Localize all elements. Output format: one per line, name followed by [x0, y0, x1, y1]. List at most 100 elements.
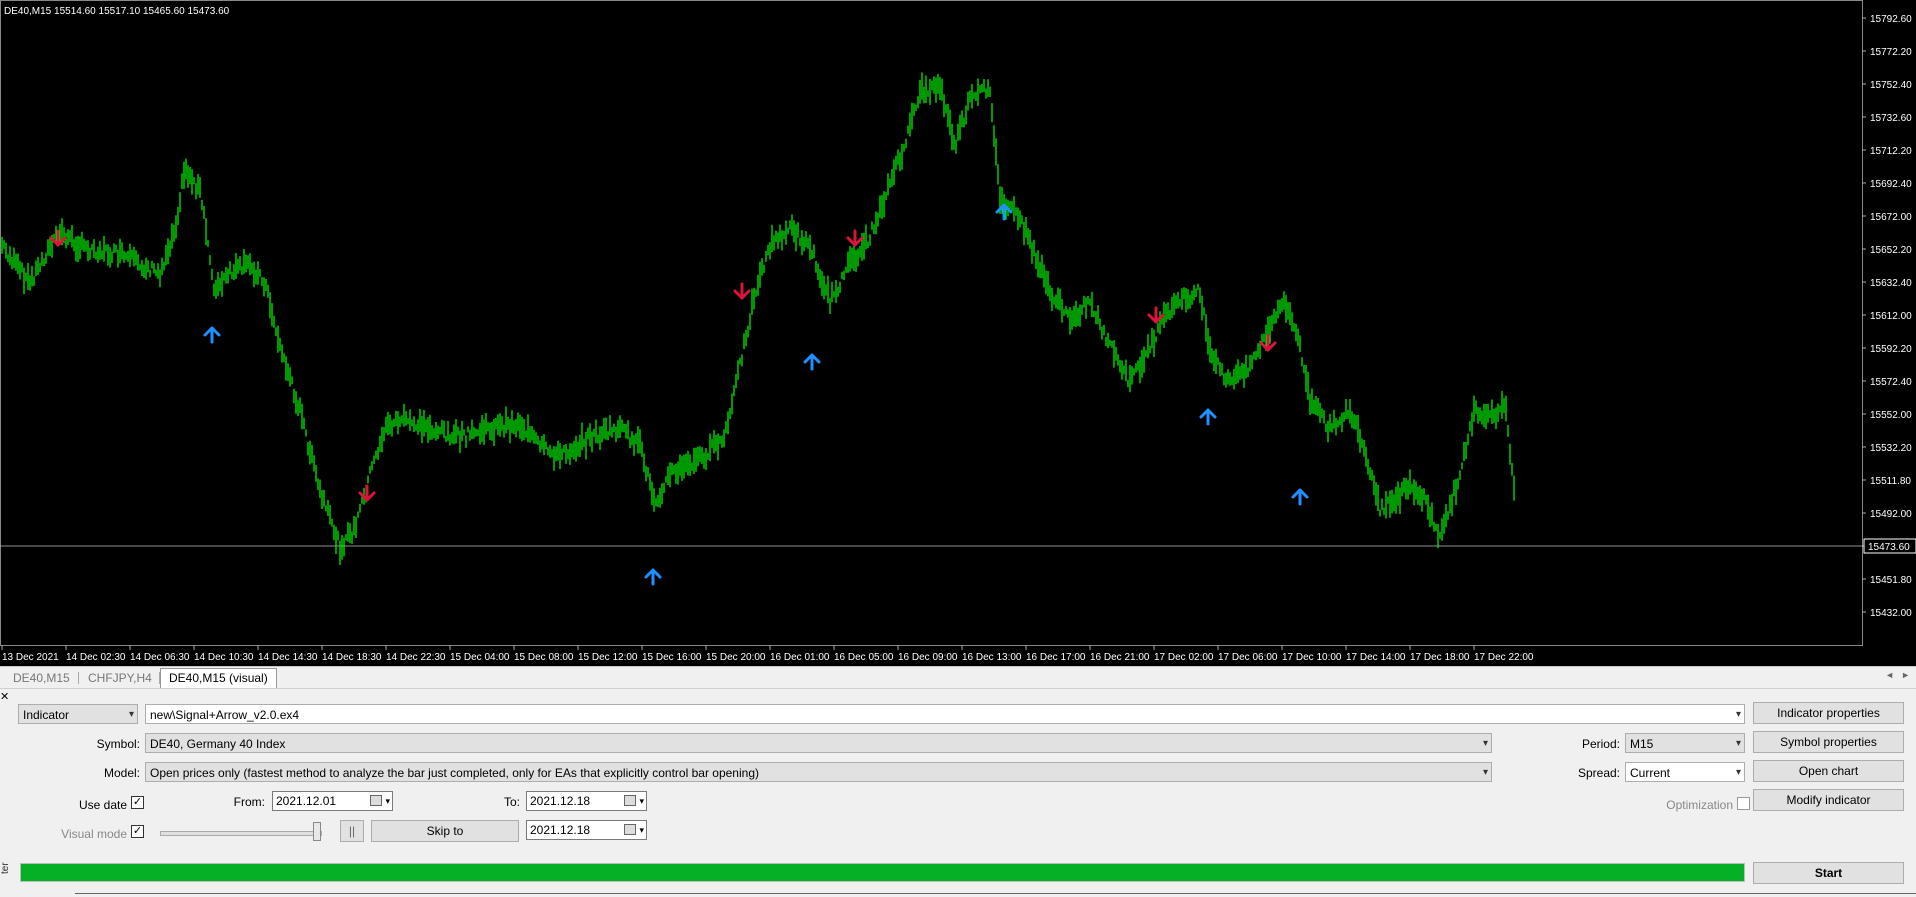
candle-wicks: [1, 72, 1515, 565]
journal-area: [75, 893, 1916, 897]
spread-label: Spread:: [1577, 766, 1620, 780]
time-label: 14 Dec 06:30: [130, 652, 190, 663]
pause-button[interactable]: ||: [340, 820, 364, 842]
chevron-down-icon: ▾: [1482, 738, 1488, 749]
time-label: 14 Dec 18:30: [322, 652, 382, 663]
buy-arrow-icon: [803, 353, 821, 371]
tab-separator: [78, 672, 79, 684]
time-label: 15 Dec 20:00: [706, 652, 766, 663]
time-label: 15 Dec 12:00: [578, 652, 638, 663]
chevron-down-icon: ▾: [639, 825, 644, 835]
price-label: 15652.20: [1870, 245, 1912, 256]
modify-indicator-button[interactable]: Modify indicator: [1753, 789, 1904, 811]
from-label: From:: [233, 795, 265, 809]
chart-canvas: 15792.60 15772.20 15752.40 15732.60 15712.20…: [0, 0, 1916, 663]
use-date-label: Use date: [78, 798, 127, 812]
open-chart-button[interactable]: Open chart: [1753, 760, 1904, 782]
use-date-checkbox[interactable]: ✓: [131, 796, 144, 809]
from-date-picker[interactable]: 2021.12.01 ▾: [272, 791, 393, 811]
speed-slider-handle[interactable]: [313, 822, 321, 841]
current-price-label: 15473.60: [1868, 542, 1910, 553]
visual-mode-checkbox[interactable]: ✓: [131, 825, 144, 838]
visual-mode-label: Visual mode: [61, 827, 127, 841]
price-label: 15732.60: [1870, 113, 1912, 124]
skip-to-date-picker[interactable]: 2021.12.18 ▾: [526, 820, 647, 840]
indicator-properties-button[interactable]: Indicator properties: [1753, 702, 1904, 724]
price-label: 15511.80: [1870, 476, 1911, 487]
time-label: 17 Dec 06:00: [1218, 652, 1278, 663]
price-label: 15772.20: [1870, 47, 1912, 58]
plot-border: [0, 0, 1863, 646]
spread-select[interactable]: Current ▾: [1625, 762, 1745, 782]
price-label: 15532.20: [1870, 443, 1912, 454]
to-date-picker[interactable]: 2021.12.18 ▾: [526, 791, 647, 811]
to-label: To:: [503, 795, 520, 809]
sell-arrow-icon: [49, 229, 67, 247]
symbol-select[interactable]: DE40, Germany 40 Index ▾: [145, 733, 1492, 753]
price-label: 15432.00: [1870, 608, 1912, 619]
type-select[interactable]: Indicator ▾: [18, 704, 138, 724]
time-label: 14 Dec 10:30: [194, 652, 254, 663]
price-label: 15792.60: [1870, 14, 1912, 25]
chart-tabs: DE40,M15 CHFJPY,H4 DE40,M15 (visual) ◄ ►: [0, 666, 1916, 689]
tab-scroll-left-icon[interactable]: ◄: [1885, 670, 1894, 680]
price-label: 15672.00: [1870, 212, 1912, 223]
time-label: 16 Dec 01:00: [770, 652, 830, 663]
time-label: 15 Dec 04:00: [450, 652, 510, 663]
sell-arrow-icon: [1147, 306, 1165, 324]
speed-slider-track[interactable]: [160, 831, 322, 836]
price-label: 15752.40: [1870, 80, 1912, 91]
tab-de40-m15[interactable]: DE40,M15: [5, 669, 78, 687]
price-label: 15572.40: [1870, 377, 1912, 388]
tab-chfjpy-h4[interactable]: CHFJPY,H4: [80, 669, 160, 687]
buy-arrow-icon: [1199, 408, 1217, 426]
price-label: 15612.00: [1870, 311, 1912, 322]
period-select[interactable]: M15 ▾: [1625, 733, 1745, 753]
time-label: 14 Dec 02:30: [66, 652, 126, 663]
price-label: 15492.00: [1870, 509, 1912, 520]
tab-de40-m15-visual[interactable]: DE40,M15 (visual): [160, 668, 277, 688]
model-select[interactable]: Open prices only (fastest method to anal…: [145, 762, 1492, 782]
chevron-down-icon: ▾: [1735, 709, 1741, 720]
chevron-down-icon: ▾: [1735, 767, 1741, 778]
symbol-label: Symbol:: [96, 737, 140, 751]
time-label: 14 Dec 14:30: [258, 652, 318, 663]
progress-bar: [20, 863, 1745, 882]
expert-path-select[interactable]: new\Signal+Arrow_v2.0.ex4 ▾: [145, 704, 1745, 724]
calendar-icon: [624, 824, 636, 835]
price-chart[interactable]: 15792.60 15772.20 15752.40 15732.60 15712.20…: [0, 0, 1916, 666]
price-label: 15712.20: [1870, 146, 1912, 157]
chart-header: DE40,M15 15514.60 15517.10 15465.60 1547…: [4, 6, 230, 17]
sell-arrow-icon: [733, 282, 751, 300]
time-label: 13 Dec 2021: [2, 652, 59, 663]
optimization-checkbox[interactable]: [1737, 797, 1750, 810]
chevron-down-icon: ▾: [385, 796, 390, 806]
time-label: 16 Dec 21:00: [1090, 652, 1150, 663]
time-label: 15 Dec 16:00: [642, 652, 702, 663]
time-label: 16 Dec 13:00: [962, 652, 1022, 663]
price-label: 15692.40: [1870, 179, 1912, 190]
calendar-icon: [370, 795, 382, 806]
buy-arrow-icon: [1291, 488, 1309, 506]
price-label: 15552.00: [1870, 410, 1912, 421]
time-label: 17 Dec 22:00: [1474, 652, 1534, 663]
buy-arrow-icon: [995, 203, 1013, 221]
sell-arrow-icon: [846, 229, 864, 247]
time-label: 17 Dec 14:00: [1346, 652, 1406, 663]
price-label: 15592.20: [1870, 344, 1912, 355]
time-label: 17 Dec 02:00: [1154, 652, 1214, 663]
time-label: 14 Dec 22:30: [386, 652, 446, 663]
tester-side-label: ter: [0, 862, 11, 874]
chevron-down-icon: ▾: [1735, 738, 1741, 749]
time-label: 17 Dec 10:00: [1282, 652, 1342, 663]
close-icon[interactable]: ✕: [0, 690, 9, 703]
candles: [1, 72, 1515, 565]
chevron-down-icon: ▾: [1482, 767, 1488, 778]
buy-arrow-icon: [203, 326, 221, 344]
buy-arrow-icon: [644, 568, 662, 586]
tab-scroll-right-icon[interactable]: ►: [1901, 670, 1910, 680]
skip-to-button[interactable]: Skip to: [371, 820, 519, 842]
time-label: 15 Dec 08:00: [514, 652, 574, 663]
symbol-properties-button[interactable]: Symbol properties: [1753, 731, 1904, 753]
start-button[interactable]: Start: [1753, 862, 1904, 884]
